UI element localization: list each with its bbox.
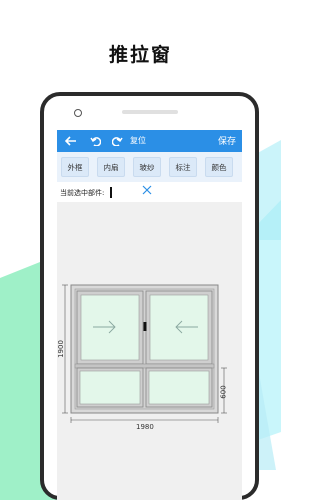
redo-icon bbox=[111, 137, 123, 146]
camera-dot bbox=[74, 109, 82, 117]
redo-button[interactable] bbox=[109, 133, 125, 149]
tool-outer-frame[interactable]: 外框 bbox=[61, 157, 89, 177]
tool-color[interactable]: 颜色 bbox=[205, 157, 233, 177]
window-drawing bbox=[62, 284, 227, 423]
phone-frame: 复位 保存 外框 内扇 玻纱 标注 颜色 当前选中部件: 1900 1980 6… bbox=[40, 92, 259, 500]
design-canvas[interactable]: 1900 1980 600 bbox=[57, 202, 242, 500]
back-button[interactable] bbox=[63, 133, 79, 149]
tool-inner-sash[interactable]: 内扇 bbox=[97, 157, 125, 177]
speaker-grille bbox=[122, 110, 178, 114]
arrow-left-icon bbox=[65, 136, 76, 146]
tool-annotation[interactable]: 标注 bbox=[169, 157, 197, 177]
clear-selection-button[interactable] bbox=[142, 184, 152, 199]
dimension-height: 1900 bbox=[57, 340, 65, 358]
text-cursor bbox=[110, 187, 112, 198]
reset-button[interactable]: 复位 bbox=[130, 135, 146, 146]
undo-icon bbox=[89, 137, 101, 146]
window-handle bbox=[143, 322, 147, 331]
right-glass[interactable] bbox=[149, 294, 209, 361]
save-button[interactable]: 保存 bbox=[218, 134, 236, 147]
page-title: 推拉窗 bbox=[108, 44, 172, 66]
lower-right-glass[interactable] bbox=[148, 370, 210, 405]
close-icon bbox=[142, 185, 152, 195]
undo-button[interactable] bbox=[87, 133, 103, 149]
app-topbar: 复位 保存 bbox=[57, 130, 242, 152]
app-screen: 复位 保存 外框 内扇 玻纱 标注 颜色 当前选中部件: 1900 1980 6… bbox=[57, 130, 242, 500]
dimension-lower-height: 600 bbox=[219, 385, 228, 399]
tool-bar: 外框 内扇 玻纱 标注 颜色 bbox=[57, 152, 242, 182]
dimension-width: 1980 bbox=[135, 423, 155, 431]
selected-part-label: 当前选中部件: bbox=[60, 189, 105, 197]
lower-left-glass[interactable] bbox=[79, 370, 141, 405]
tool-glass-screen[interactable]: 玻纱 bbox=[133, 157, 161, 177]
selection-bar: 当前选中部件: bbox=[57, 182, 242, 202]
left-glass[interactable] bbox=[80, 294, 140, 361]
